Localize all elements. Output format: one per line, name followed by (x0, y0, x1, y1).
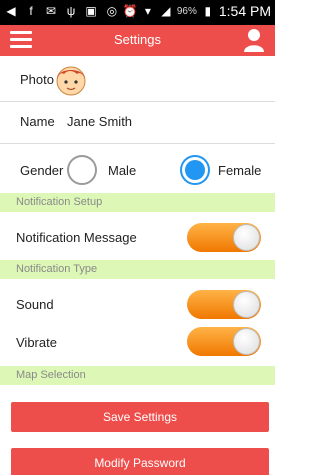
facebook-icon: f (29, 4, 33, 18)
section-notification-type: Notification Type (0, 260, 275, 279)
notification-message-label: Notification Message (16, 230, 137, 245)
gender-label: Gender (20, 163, 64, 178)
battery-icon: ▮ (204, 4, 212, 18)
toggle-knob (233, 328, 260, 355)
section-map-selection: Map Selection (0, 366, 275, 385)
save-settings-button[interactable]: Save Settings (11, 402, 269, 432)
divider (0, 143, 275, 144)
image-icon: ▣ (85, 4, 97, 18)
sound-toggle[interactable] (187, 290, 261, 319)
sound-label: Sound (16, 297, 54, 312)
wifi-icon: ▾ (144, 4, 151, 18)
user-profile-icon[interactable] (243, 28, 265, 52)
app-bar: Settings (0, 25, 275, 56)
section-title: Notification Type (16, 263, 98, 275)
clock: 1:54 PM (218, 3, 271, 19)
vibrate-icon: ◎ (106, 4, 118, 18)
divider (0, 101, 275, 102)
battery-percent: 96% (176, 5, 197, 17)
photo-label: Photo (20, 72, 54, 87)
gender-female-radio[interactable] (180, 155, 210, 185)
vibrate-label: Vibrate (16, 335, 57, 350)
section-title: Map Selection (16, 369, 86, 381)
status-bar: ◀ f ✉ ψ ▣ ◎ ⏰ ▾ ◢ 96% ▮ 1:54 PM (0, 0, 275, 25)
notification-message-toggle[interactable] (187, 223, 261, 252)
back-notification-icon: ◀ (6, 4, 16, 18)
signal-icon: ◢ (161, 4, 171, 18)
gender-male-radio[interactable] (67, 155, 97, 185)
alarm-icon: ⏰ (122, 4, 138, 18)
gender-male-label: Male (108, 163, 137, 178)
gender-female-label: Female (218, 163, 262, 178)
name-value: Jane Smith (67, 114, 133, 129)
section-notification-setup: Notification Setup (0, 193, 275, 212)
section-title: Notification Setup (16, 196, 103, 208)
toggle-knob (233, 224, 260, 251)
toggle-knob (233, 291, 260, 318)
modify-password-button[interactable]: Modify Password (11, 448, 269, 475)
vibrate-toggle[interactable] (187, 327, 261, 356)
avatar[interactable] (53, 61, 89, 97)
name-label: Name (20, 114, 55, 129)
usb-icon: ψ (66, 4, 76, 18)
page-title: Settings (114, 32, 161, 47)
email-icon: ✉ (45, 4, 57, 18)
